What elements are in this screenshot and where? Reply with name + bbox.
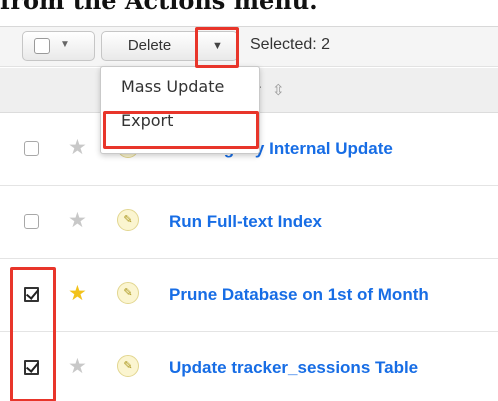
record-name-link[interactable]: Prune Database on 1st of Month — [169, 285, 429, 305]
pencil-icon[interactable]: ✎ — [117, 282, 139, 304]
pencil-icon[interactable]: ✎ — [117, 355, 139, 377]
pencil-icon[interactable]: ✎ — [117, 209, 139, 231]
star-icon[interactable]: ★ — [68, 210, 87, 231]
table-row: ★ ✎ Run Full-text Index — [0, 187, 498, 259]
row-checkbox[interactable] — [24, 214, 39, 229]
list-view-panel: ▼ Delete ▼ Selected: 2 er ⇳ ★ ✎ Run Nigh… — [0, 26, 498, 401]
caption-text: from the Actions menu. — [0, 0, 318, 15]
row-checkbox[interactable] — [24, 141, 39, 156]
chevron-down-icon[interactable]: ▼ — [60, 39, 70, 60]
menu-item-mass-update[interactable]: Mass Update — [121, 77, 224, 96]
mass-select-checkbox[interactable] — [34, 38, 50, 54]
star-icon[interactable]: ★ — [68, 137, 87, 158]
checkbox-highlight — [10, 267, 56, 401]
mass-select-button[interactable]: ▼ — [22, 31, 95, 61]
record-name-link[interactable]: Update tracker_sessions Table — [169, 358, 418, 378]
list-toolbar: ▼ Delete ▼ Selected: 2 — [0, 27, 498, 67]
sort-icon[interactable]: ⇳ — [272, 81, 285, 99]
star-icon[interactable]: ★ — [68, 356, 87, 377]
record-name-link[interactable]: Run Full-text Index — [169, 212, 322, 232]
delete-button[interactable]: Delete — [102, 32, 198, 60]
export-highlight — [103, 111, 259, 149]
dropdown-highlight — [195, 27, 239, 68]
star-icon[interactable]: ★ — [68, 283, 87, 304]
table-row: ★ ✎ Update tracker_sessions Table — [0, 333, 498, 401]
selected-count: Selected: 2 — [250, 36, 331, 53]
table-row: ★ ✎ Prune Database on 1st of Month — [0, 260, 498, 332]
